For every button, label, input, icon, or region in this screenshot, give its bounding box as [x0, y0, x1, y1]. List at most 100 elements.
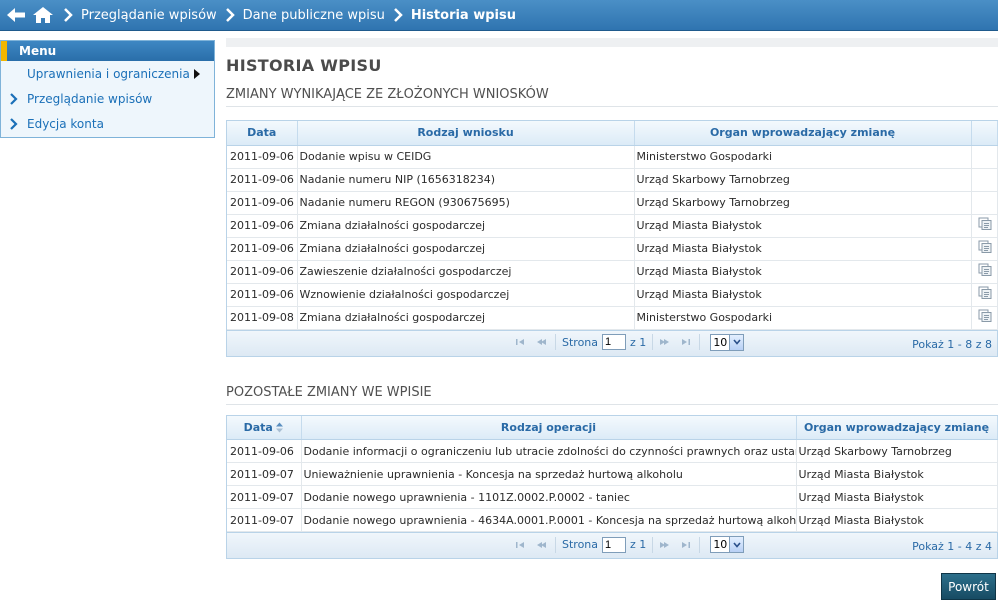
- page-size-value: 10: [713, 335, 728, 349]
- cell-action: [971, 260, 998, 284]
- cell-organ: Ministerstwo Gospodarki: [634, 145, 972, 169]
- cell-type: Dodanie nowego uprawnienia - 1101Z.0002.…: [301, 485, 797, 509]
- copy-icon[interactable]: [978, 309, 993, 324]
- chevron-right-icon: [10, 117, 22, 130]
- cell-type: Zmiana działalności gospodarczej: [297, 237, 635, 261]
- menu-item-przegladanie[interactable]: Przeglądanie wpisów: [1, 86, 214, 111]
- menu-header: Menu: [1, 41, 214, 61]
- cell-organ: Urząd Miasta Białystok: [634, 214, 972, 238]
- copy-icon[interactable]: [978, 240, 993, 255]
- first-page-icon[interactable]: [515, 540, 529, 550]
- cell-date: 2011-09-06: [227, 214, 298, 238]
- first-page-icon[interactable]: [515, 337, 529, 347]
- last-page-icon[interactable]: [679, 337, 693, 347]
- col-header-rodzaj-wniosku[interactable]: Rodzaj wniosku: [297, 121, 635, 146]
- pager-separator: [555, 536, 556, 553]
- pager-separator: [652, 334, 654, 350]
- pager-separator: [555, 334, 556, 350]
- menu-item-edycja-konta[interactable]: Edycja konta: [1, 111, 214, 136]
- copy-icon[interactable]: [978, 217, 993, 232]
- table-row[interactable]: 2011-09-07 Unieważnienie uprawnienia - Ko…: [227, 462, 998, 486]
- cell-type: Zmiana działalności gospodarczej: [297, 214, 635, 238]
- last-page-icon[interactable]: [679, 540, 693, 550]
- cell-organ: Urząd Skarbowy Tarnobrzeg: [796, 439, 998, 463]
- pager-page-input[interactable]: [602, 334, 627, 350]
- section-title-wnioski: ZMIANY WYNIKAJĄCE ZE ZŁOŻONYCH WNIOSKÓW: [226, 87, 998, 107]
- cell-type: Unieważnienie uprawnienia - Koncesja na …: [301, 462, 797, 486]
- home-icon[interactable]: [31, 6, 55, 24]
- col-header-organ[interactable]: Organ wprowadzający zmianę: [634, 121, 972, 146]
- chevron-right-icon: [391, 8, 405, 22]
- col-header-data[interactable]: Data: [227, 415, 302, 440]
- cell-organ: Urząd Miasta Białystok: [634, 283, 972, 307]
- prev-page-icon[interactable]: [535, 540, 549, 550]
- breadcrumb-current: Historia wpisu: [410, 7, 516, 23]
- back-button[interactable]: Powrót: [941, 573, 996, 600]
- cell-action: [971, 306, 998, 330]
- prev-page-icon[interactable]: [535, 337, 549, 347]
- menu-item-uprawnienia[interactable]: Uprawnienia i ograniczenia: [1, 61, 214, 86]
- breadcrumb-item-dane-publiczne[interactable]: Dane publiczne wpisu: [243, 8, 385, 23]
- pager-info: Pokaż 1 - 8 z 8: [912, 337, 992, 351]
- cell-type: Wznowienie działalności gospodarczej: [297, 283, 635, 307]
- copy-icon[interactable]: [978, 263, 993, 278]
- copy-icon[interactable]: [978, 286, 993, 301]
- table-row[interactable]: 2011-09-06 Wznowienie działalności gospod…: [227, 283, 998, 307]
- table-row[interactable]: 2011-09-06 Zmiana działalności gospodarcz…: [227, 214, 998, 238]
- table-row[interactable]: 2011-09-08 Zmiana działalności gospodarcz…: [227, 306, 998, 330]
- table-row[interactable]: 2011-09-06 Nadanie numeru REGON (93067569…: [227, 191, 998, 215]
- table-row[interactable]: 2011-09-06 Zmiana działalności gospodarcz…: [227, 237, 998, 261]
- page-size-select[interactable]: 10: [710, 536, 745, 553]
- cell-organ: Urząd Skarbowy Tarnobrzeg: [634, 191, 972, 215]
- table-row[interactable]: 2011-09-07 Dodanie nowego uprawnienia - 1…: [227, 485, 998, 509]
- col-header-organ[interactable]: Organ wprowadzający zmianę: [796, 415, 998, 440]
- pager-pozostale: Strona z 1 10 Pokaż 1 - 4 z 4: [227, 532, 997, 558]
- table-row[interactable]: 2011-09-07 Dodanie nowego uprawnienia - 4…: [227, 508, 998, 532]
- cell-type: Zmiana działalności gospodarczej: [297, 306, 635, 330]
- table-row[interactable]: 2011-09-06 Nadanie numeru NIP (1656318234…: [227, 168, 998, 192]
- grid-pozostale: Data Rodzaj operacji Organ wprowadzający…: [226, 414, 998, 559]
- col-header-rodzaj-operacji[interactable]: Rodzaj operacji: [301, 415, 797, 440]
- table-row[interactable]: 2011-09-06 Dodanie informacji o ogranicze…: [227, 439, 998, 463]
- table-row[interactable]: 2011-09-06 Dodanie wpisu w CEIDG Ministers…: [227, 145, 998, 169]
- col-header-actions: [971, 121, 998, 146]
- cell-date: 2011-09-06: [227, 260, 298, 284]
- table-row[interactable]: 2011-09-06 Zawieszenie działalności gospo…: [227, 260, 998, 284]
- cell-date: 2011-09-07: [227, 462, 302, 486]
- menu-item-label: Edycja konta: [27, 116, 104, 131]
- cell-organ: Urząd Miasta Białystok: [634, 237, 972, 261]
- sort-icon: [275, 422, 284, 433]
- menu-item-label: Uprawnienia i ograniczenia: [27, 66, 190, 81]
- pager-separator: [652, 536, 654, 553]
- next-page-icon[interactable]: [659, 540, 673, 550]
- cell-action: [971, 145, 998, 169]
- pager-page-input[interactable]: [602, 536, 627, 553]
- menu-item-label: Przeglądanie wpisów: [27, 91, 153, 106]
- cell-date: 2011-09-06: [227, 283, 298, 307]
- page-title: HISTORIA WPISU: [226, 56, 382, 75]
- cell-type: Dodanie wpisu w CEIDG: [297, 145, 635, 169]
- pager-of-label: z 1: [630, 538, 647, 551]
- col-header-data[interactable]: Data: [227, 121, 298, 146]
- cell-date: 2011-09-06: [227, 191, 298, 215]
- back-arrow-icon[interactable]: [5, 7, 27, 23]
- cell-organ: Ministerstwo Gospodarki: [634, 306, 972, 330]
- pager-separator: [699, 536, 701, 553]
- col-header-data-label: Data: [243, 420, 273, 434]
- page-size-select[interactable]: 10: [710, 333, 745, 351]
- chevron-right-icon: [61, 8, 75, 22]
- chevron-right-icon: [10, 92, 22, 105]
- next-page-icon[interactable]: [659, 337, 673, 347]
- pager-page-label: Strona: [562, 335, 599, 349]
- cell-date: 2011-09-06: [227, 145, 298, 169]
- section-title-pozostale: POZOSTAŁE ZMIANY WE WPISIE: [226, 385, 998, 405]
- cell-organ: Urząd Miasta Białystok: [796, 508, 998, 532]
- chevron-right-icon: [223, 8, 237, 22]
- breadcrumb-item-przegladanie[interactable]: Przeglądanie wpisów: [81, 8, 217, 23]
- cell-organ: Urząd Miasta Białystok: [796, 485, 998, 509]
- chevron-down-icon: [729, 334, 744, 350]
- cell-organ: Urząd Miasta Białystok: [634, 260, 972, 284]
- pager-page-label: Strona: [562, 538, 599, 551]
- page-size-value: 10: [713, 538, 728, 551]
- breadcrumb-bar: Przeglądanie wpisów Dane publiczne wpisu…: [0, 0, 998, 31]
